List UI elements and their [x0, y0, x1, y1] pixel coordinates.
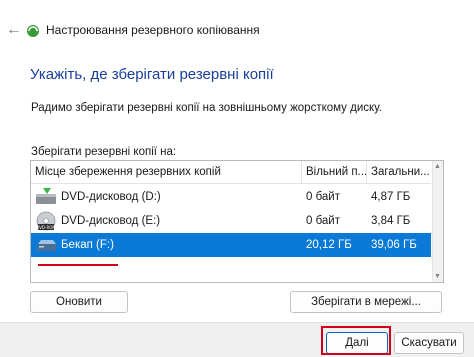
drive-total-size: 3,84 ГБ — [371, 215, 411, 227]
drive-total-size: 39,06 ГБ — [371, 239, 417, 251]
list-label: Зберігати резервні копії на: — [31, 146, 177, 158]
title-bar: ← Настроювання резервного копіювання — [0, 0, 474, 44]
drive-free-space: 20,12 ГБ — [306, 239, 352, 251]
page-heading: Укажіть, де зберігати резервні копії — [30, 66, 274, 83]
list-item[interactable]: DVD-дисковод (D:) 0 байт 4,87 ГБ — [31, 185, 431, 209]
list-item[interactable]: DVD-ROM DVD-дисковод (E:) 0 байт 3,84 ГБ — [31, 209, 431, 233]
annotation-underline — [38, 264, 118, 266]
list-scrollbar[interactable]: ▲ ▼ — [432, 161, 443, 282]
scroll-down-icon[interactable]: ▼ — [434, 273, 441, 280]
drive-total-size: 4,87 ГБ — [371, 191, 411, 203]
list-header: Місце збереження резервних копій Вільний… — [31, 161, 431, 184]
scroll-up-icon[interactable]: ▲ — [434, 163, 441, 170]
list-item-selected[interactable]: Бекап (F:) 20,12 ГБ 39,06 ГБ — [31, 233, 431, 257]
arrow-left-icon[interactable]: ← — [6, 22, 22, 38]
refresh-button[interactable]: Оновити — [30, 291, 128, 313]
drive-name: DVD-дисковод (E:) — [61, 215, 161, 227]
recommendation-text: Радимо зберігати резервні копії на зовні… — [31, 102, 382, 114]
external-drive-icon — [37, 240, 56, 251]
drive-name: Бекап (F:) — [61, 239, 114, 251]
drive-name: DVD-дисковод (D:) — [61, 191, 161, 203]
column-header-location[interactable]: Місце збереження резервних копій — [31, 161, 301, 183]
window-title: Настроювання резервного копіювання — [46, 23, 260, 37]
annotation-highlight-box — [321, 326, 391, 355]
dvd-rom-icon: DVD-ROM — [36, 211, 56, 231]
save-on-network-button[interactable]: Зберігати в мережі... — [290, 291, 442, 313]
drive-free-space: 0 байт — [306, 215, 341, 227]
drive-free-space: 0 байт — [306, 191, 341, 203]
svg-text:DVD-ROM: DVD-ROM — [36, 225, 56, 230]
dvd-drive-icon — [36, 188, 56, 204]
backup-icon — [27, 25, 39, 37]
column-header-total[interactable]: Загальни... — [367, 161, 431, 183]
cancel-button[interactable]: Скасувати — [394, 332, 464, 354]
column-header-free[interactable]: Вільний п... — [302, 161, 366, 183]
